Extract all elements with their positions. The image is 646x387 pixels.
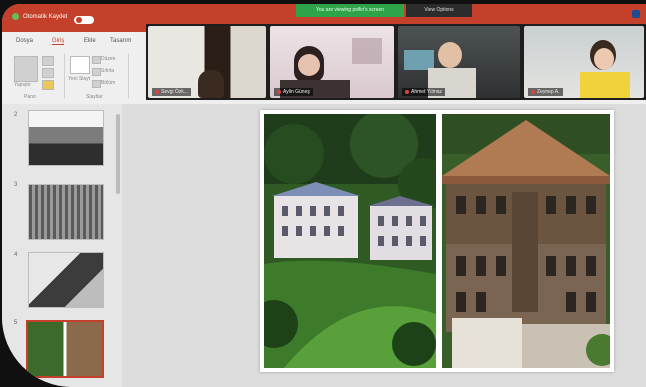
- mute-icon: [277, 89, 281, 94]
- participant-face: [438, 42, 462, 68]
- ribbon-divider: [64, 54, 65, 98]
- mute-icon: [405, 89, 409, 94]
- participant-name: Aylin Güneş: [274, 88, 313, 96]
- slide-number: 3: [14, 182, 18, 188]
- slide-thumbnail-2[interactable]: [28, 110, 104, 166]
- format-painter-icon[interactable]: [42, 80, 54, 90]
- reset-label[interactable]: Sıfırla: [101, 68, 114, 74]
- view-options-button[interactable]: View Options: [406, 4, 472, 17]
- wooden-house-photo[interactable]: [442, 114, 610, 368]
- photo-frame: Otomatik Kaydet You are viewing pellin's…: [0, 0, 646, 387]
- participant-name-text: Ahmet Yılmaz: [411, 89, 443, 95]
- mute-icon: [155, 89, 159, 94]
- video-gallery: Sevgi Özk... Aylin Güneş Ahmet Yılmaz Ze…: [146, 24, 646, 100]
- participant-face: [298, 54, 320, 76]
- sharing-banner: You are viewing pellin's screen: [296, 4, 404, 17]
- tab-home[interactable]: Giriş: [52, 38, 65, 45]
- copy-icon[interactable]: [42, 68, 54, 78]
- layout-label[interactable]: Düzen: [101, 56, 115, 62]
- record-icon: [12, 12, 19, 20]
- participant-name: Sevgi Özk...: [152, 88, 191, 96]
- wooden-house-image: [442, 114, 610, 368]
- new-slide-icon[interactable]: [70, 56, 90, 74]
- tab-insert[interactable]: Ekle: [84, 38, 96, 44]
- autosave-toggle[interactable]: [74, 16, 94, 24]
- cut-icon[interactable]: [42, 56, 54, 66]
- slide-number: 5: [14, 320, 18, 326]
- autosave-text: Otomatik Kaydet: [23, 14, 68, 20]
- paste-icon[interactable]: [14, 56, 38, 82]
- thumbnail-scrollbar[interactable]: [116, 114, 120, 194]
- participant-avatar: [198, 70, 224, 98]
- ribbon-divider: [128, 54, 129, 98]
- participant-name: Ahmet Yılmaz: [402, 88, 446, 96]
- layout-icon[interactable]: [92, 56, 101, 64]
- mansion-forest-photo[interactable]: [264, 114, 436, 368]
- participant-name-text: Aylin Güneş: [283, 89, 310, 95]
- participant-name-text: Zeynep A.: [537, 89, 560, 95]
- slide-number: 4: [14, 252, 18, 258]
- slide-thumbnail-3[interactable]: [28, 184, 104, 240]
- reset-icon[interactable]: [92, 68, 101, 76]
- video-tile[interactable]: Zeynep A.: [524, 26, 644, 98]
- slides-group-label: Slaytlar: [86, 94, 103, 100]
- wall-posters: [352, 38, 382, 64]
- slide-number: 2: [14, 112, 18, 118]
- participant-face: [594, 48, 614, 70]
- participant-name: Zeynep A.: [528, 88, 563, 96]
- clipboard-group-label: Pano: [24, 94, 36, 100]
- screen-glare: [404, 50, 434, 70]
- video-tile[interactable]: Aylin Güneş: [270, 26, 394, 98]
- mute-icon: [531, 89, 535, 94]
- slide-thumbnail-5[interactable]: [26, 320, 104, 378]
- tab-file[interactable]: Dosya: [16, 38, 33, 44]
- mansion-forest-image: [264, 114, 436, 368]
- window-icon[interactable]: [632, 10, 640, 18]
- toggle-knob: [76, 17, 82, 23]
- video-tile[interactable]: Sevgi Özk...: [148, 26, 266, 98]
- tab-design[interactable]: Tasarım: [110, 38, 131, 44]
- slide-thumbnail-4[interactable]: [28, 252, 104, 308]
- section-icon[interactable]: [92, 80, 101, 88]
- video-tile[interactable]: Ahmet Yılmaz: [398, 26, 520, 98]
- paste-label: Yapıştır: [14, 82, 31, 88]
- new-slide-label: Yeni Slayt: [68, 76, 91, 82]
- participant-body: [580, 72, 630, 98]
- section-label[interactable]: Bölüm: [101, 80, 115, 86]
- participant-name-text: Sevgi Özk...: [161, 89, 188, 95]
